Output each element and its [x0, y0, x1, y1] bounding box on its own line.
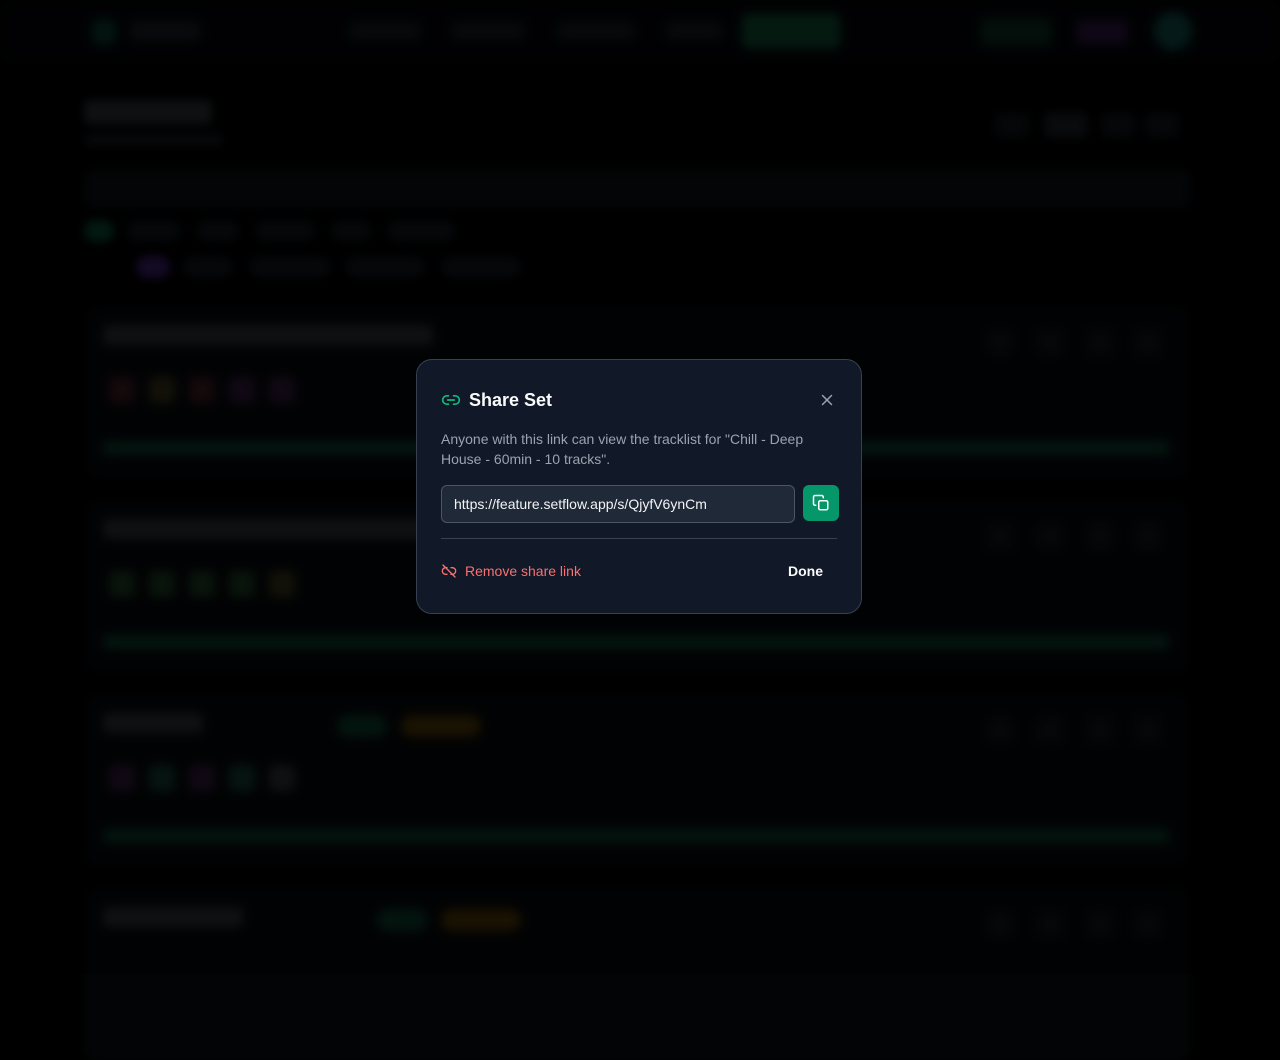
copy-link-button[interactable]: [803, 485, 839, 521]
remove-share-link-label: Remove share link: [465, 563, 581, 579]
dialog-description: Anyone with this link can view the track…: [441, 431, 804, 467]
close-button[interactable]: [817, 390, 837, 410]
unlink-icon: [441, 564, 457, 578]
done-button[interactable]: Done: [774, 556, 837, 586]
remove-share-link-button[interactable]: Remove share link: [441, 561, 581, 581]
link-icon: [441, 390, 461, 410]
dialog-header: Share Set: [441, 388, 837, 412]
copy-icon: [812, 494, 829, 511]
share-url-field[interactable]: [441, 485, 795, 523]
dialog-title: Share Set: [469, 389, 553, 410]
close-icon: [821, 394, 833, 406]
share-set-dialog: Share Set Anyone with this link can view…: [416, 359, 862, 614]
dialog-divider: [441, 538, 837, 539]
